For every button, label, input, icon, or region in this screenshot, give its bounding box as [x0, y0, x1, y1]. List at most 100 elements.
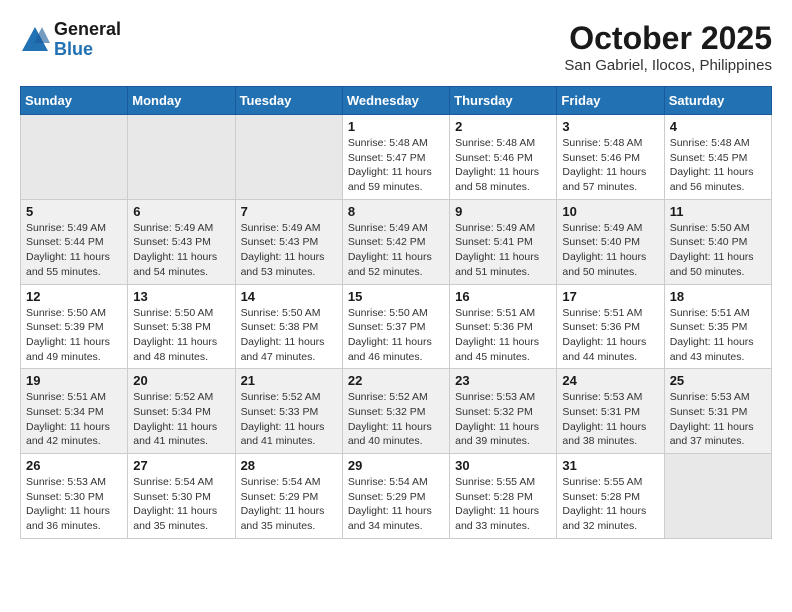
page: General Blue October 2025 San Gabriel, I… — [0, 0, 792, 549]
day-number: 27 — [133, 458, 229, 473]
logo-text: General Blue — [54, 20, 121, 60]
day-number: 31 — [562, 458, 658, 473]
day-number: 19 — [26, 373, 122, 388]
calendar-table: SundayMondayTuesdayWednesdayThursdayFrid… — [20, 86, 772, 539]
calendar-cell — [21, 115, 128, 200]
month-title: October 2025 — [564, 20, 772, 57]
day-number: 22 — [348, 373, 444, 388]
calendar-cell: 6 Sunrise: 5:49 AM Sunset: 5:43 PM Daylig… — [128, 199, 235, 284]
calendar-week-row: 12Sunrise: 5:50 AM Sunset: 5:39 PM Dayli… — [21, 284, 772, 369]
day-number: 8 — [348, 204, 444, 219]
day-number: 18 — [670, 289, 766, 304]
calendar-cell: 18 Sunrise: 5:51 AM Sunset: 5:35 PM Dayli… — [664, 284, 771, 369]
calendar-cell: 13 Sunrise: 5:50 AM Sunset: 5:38 PM Dayli… — [128, 284, 235, 369]
location: San Gabriel, Ilocos, Philippines — [564, 57, 772, 74]
calendar-cell: 3Sunrise: 5:48 AM Sunset: 5:46 PM Daylig… — [557, 115, 664, 200]
weekday-header-monday: Monday — [128, 87, 235, 115]
calendar-cell: 5 Sunrise: 5:49 AM Sunset: 5:44 PM Daylig… — [21, 199, 128, 284]
day-number: 20 — [133, 373, 229, 388]
calendar-cell: 14 Sunrise: 5:50 AM Sunset: 5:38 PM Dayli… — [235, 284, 342, 369]
calendar-cell: 20 Sunrise: 5:52 AM Sunset: 5:34 PM Dayli… — [128, 369, 235, 454]
calendar-cell: 21 Sunrise: 5:52 AM Sunset: 5:33 PM Dayli… — [235, 369, 342, 454]
calendar-cell: 12Sunrise: 5:50 AM Sunset: 5:39 PM Dayli… — [21, 284, 128, 369]
day-number: 9 — [455, 204, 551, 219]
calendar-cell: 8Sunrise: 5:49 AM Sunset: 5:42 PM Daylig… — [342, 199, 449, 284]
calendar-cell: 11 Sunrise: 5:50 AM Sunset: 5:40 PM Dayli… — [664, 199, 771, 284]
day-info: Sunrise: 5:49 AM Sunset: 5:44 PM Dayligh… — [26, 221, 122, 280]
calendar-week-row: 5 Sunrise: 5:49 AM Sunset: 5:44 PM Daylig… — [21, 199, 772, 284]
calendar-week-row: 19 Sunrise: 5:51 AM Sunset: 5:34 PM Dayli… — [21, 369, 772, 454]
day-number: 6 — [133, 204, 229, 219]
day-info: Sunrise: 5:55 AM Sunset: 5:28 PM Dayligh… — [562, 475, 658, 534]
day-number: 26 — [26, 458, 122, 473]
calendar-week-row: 26 Sunrise: 5:53 AM Sunset: 5:30 PM Dayli… — [21, 454, 772, 539]
day-number: 13 — [133, 289, 229, 304]
weekday-header-tuesday: Tuesday — [235, 87, 342, 115]
day-info: Sunrise: 5:52 AM Sunset: 5:34 PM Dayligh… — [133, 390, 229, 449]
day-info: Sunrise: 5:48 AM Sunset: 5:46 PM Dayligh… — [562, 136, 658, 195]
day-info: Sunrise: 5:51 AM Sunset: 5:34 PM Dayligh… — [26, 390, 122, 449]
day-info: Sunrise: 5:49 AM Sunset: 5:43 PM Dayligh… — [133, 221, 229, 280]
day-info: Sunrise: 5:54 AM Sunset: 5:29 PM Dayligh… — [348, 475, 444, 534]
weekday-header-saturday: Saturday — [664, 87, 771, 115]
day-number: 17 — [562, 289, 658, 304]
day-info: Sunrise: 5:53 AM Sunset: 5:32 PM Dayligh… — [455, 390, 551, 449]
day-info: Sunrise: 5:54 AM Sunset: 5:29 PM Dayligh… — [241, 475, 337, 534]
day-number: 1 — [348, 119, 444, 134]
day-info: Sunrise: 5:49 AM Sunset: 5:43 PM Dayligh… — [241, 221, 337, 280]
day-number: 11 — [670, 204, 766, 219]
day-info: Sunrise: 5:50 AM Sunset: 5:37 PM Dayligh… — [348, 306, 444, 365]
day-number: 29 — [348, 458, 444, 473]
calendar-cell: 16 Sunrise: 5:51 AM Sunset: 5:36 PM Dayli… — [450, 284, 557, 369]
logo-icon — [20, 25, 50, 55]
day-info: Sunrise: 5:50 AM Sunset: 5:38 PM Dayligh… — [133, 306, 229, 365]
day-info: Sunrise: 5:54 AM Sunset: 5:30 PM Dayligh… — [133, 475, 229, 534]
calendar-cell: 17 Sunrise: 5:51 AM Sunset: 5:36 PM Dayli… — [557, 284, 664, 369]
calendar-cell: 15 Sunrise: 5:50 AM Sunset: 5:37 PM Dayli… — [342, 284, 449, 369]
weekday-header-sunday: Sunday — [21, 87, 128, 115]
day-info: Sunrise: 5:49 AM Sunset: 5:41 PM Dayligh… — [455, 221, 551, 280]
calendar-cell: 9 Sunrise: 5:49 AM Sunset: 5:41 PM Daylig… — [450, 199, 557, 284]
calendar-cell — [128, 115, 235, 200]
day-number: 4 — [670, 119, 766, 134]
day-info: Sunrise: 5:51 AM Sunset: 5:35 PM Dayligh… — [670, 306, 766, 365]
day-number: 21 — [241, 373, 337, 388]
header: General Blue October 2025 San Gabriel, I… — [20, 20, 772, 74]
day-info: Sunrise: 5:51 AM Sunset: 5:36 PM Dayligh… — [562, 306, 658, 365]
weekday-header-friday: Friday — [557, 87, 664, 115]
logo-blue: Blue — [54, 40, 121, 60]
day-info: Sunrise: 5:52 AM Sunset: 5:33 PM Dayligh… — [241, 390, 337, 449]
day-number: 16 — [455, 289, 551, 304]
calendar-cell: 29 Sunrise: 5:54 AM Sunset: 5:29 PM Dayli… — [342, 454, 449, 539]
day-number: 10 — [562, 204, 658, 219]
day-number: 12 — [26, 289, 122, 304]
logo-general: General — [54, 20, 121, 40]
calendar-cell: 23 Sunrise: 5:53 AM Sunset: 5:32 PM Dayli… — [450, 369, 557, 454]
calendar-cell: 31 Sunrise: 5:55 AM Sunset: 5:28 PM Dayli… — [557, 454, 664, 539]
calendar-cell — [235, 115, 342, 200]
day-info: Sunrise: 5:50 AM Sunset: 5:40 PM Dayligh… — [670, 221, 766, 280]
day-info: Sunrise: 5:53 AM Sunset: 5:30 PM Dayligh… — [26, 475, 122, 534]
day-number: 5 — [26, 204, 122, 219]
day-info: Sunrise: 5:53 AM Sunset: 5:31 PM Dayligh… — [562, 390, 658, 449]
day-number: 14 — [241, 289, 337, 304]
day-info: Sunrise: 5:51 AM Sunset: 5:36 PM Dayligh… — [455, 306, 551, 365]
day-number: 24 — [562, 373, 658, 388]
calendar-cell: 19 Sunrise: 5:51 AM Sunset: 5:34 PM Dayli… — [21, 369, 128, 454]
calendar-cell: 2Sunrise: 5:48 AM Sunset: 5:46 PM Daylig… — [450, 115, 557, 200]
title-block: October 2025 San Gabriel, Ilocos, Philip… — [564, 20, 772, 74]
calendar-cell — [664, 454, 771, 539]
weekday-header-row: SundayMondayTuesdayWednesdayThursdayFrid… — [21, 87, 772, 115]
day-info: Sunrise: 5:49 AM Sunset: 5:40 PM Dayligh… — [562, 221, 658, 280]
day-info: Sunrise: 5:52 AM Sunset: 5:32 PM Dayligh… — [348, 390, 444, 449]
calendar-cell: 10 Sunrise: 5:49 AM Sunset: 5:40 PM Dayli… — [557, 199, 664, 284]
day-info: Sunrise: 5:55 AM Sunset: 5:28 PM Dayligh… — [455, 475, 551, 534]
day-info: Sunrise: 5:48 AM Sunset: 5:45 PM Dayligh… — [670, 136, 766, 195]
logo: General Blue — [20, 20, 121, 60]
day-number: 15 — [348, 289, 444, 304]
day-number: 28 — [241, 458, 337, 473]
weekday-header-wednesday: Wednesday — [342, 87, 449, 115]
day-number: 23 — [455, 373, 551, 388]
day-info: Sunrise: 5:50 AM Sunset: 5:38 PM Dayligh… — [241, 306, 337, 365]
day-info: Sunrise: 5:53 AM Sunset: 5:31 PM Dayligh… — [670, 390, 766, 449]
